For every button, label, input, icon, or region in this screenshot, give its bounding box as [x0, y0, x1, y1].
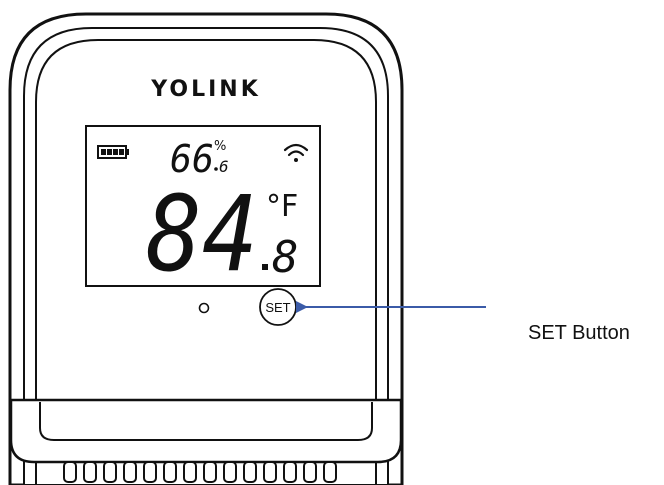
set-button-label: SET — [265, 300, 290, 315]
humidity-decimal-point — [214, 167, 218, 171]
device-diagram: YOLINK 66 % 6 84 °F 8 SET — [8, 12, 486, 485]
temperature-decimal-point — [262, 264, 268, 270]
temperature-decimal: 8 — [272, 232, 299, 283]
temperature-unit: °F — [266, 189, 298, 224]
set-button[interactable]: SET — [259, 288, 297, 326]
device-base — [9, 398, 403, 464]
temperature-value: 84 — [146, 173, 258, 295]
set-button-callout-label: SET Button — [528, 322, 630, 344]
battery-full-icon — [97, 145, 129, 159]
brand-logo: YOLINK — [150, 77, 261, 102]
led-indicator — [198, 302, 210, 314]
humidity-unit: % — [214, 139, 226, 154]
